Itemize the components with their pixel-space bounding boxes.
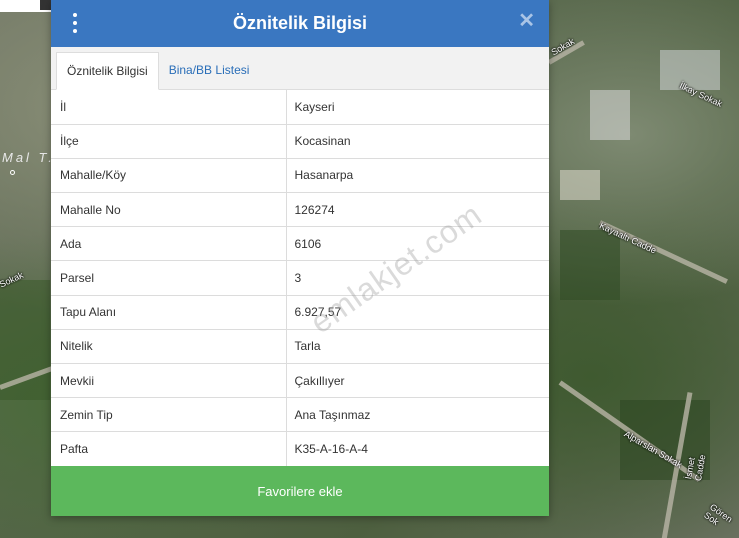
- row-label: Parsel: [51, 260, 287, 296]
- row-label: Pafta: [51, 431, 287, 467]
- tab-bar: Öznitelik Bilgisi Bina/BB Listesi: [51, 47, 549, 90]
- row-value: 3: [286, 260, 549, 296]
- row-label: İl: [51, 90, 287, 125]
- table-row: İl Kayseri: [51, 90, 549, 125]
- tab-attribute-info[interactable]: Öznitelik Bilgisi: [56, 52, 159, 90]
- attribute-dialog: Öznitelik Bilgisi ✕ Öznitelik Bilgisi Bi…: [51, 0, 549, 516]
- row-label: Mahalle/Köy: [51, 158, 287, 194]
- map-control[interactable]: [0, 0, 55, 12]
- kebab-menu-icon[interactable]: [71, 13, 79, 33]
- row-label: Nitelik: [51, 329, 287, 365]
- table-row: Mahalle/Köy Hasanarpa: [51, 158, 549, 194]
- row-label: Mahalle No: [51, 192, 287, 228]
- map-building: [560, 170, 600, 200]
- map-place-label: Mal T.: [2, 150, 55, 165]
- dialog-title: Öznitelik Bilgisi: [232, 13, 368, 33]
- table-row: Zemin Tip Ana Taşınmaz: [51, 397, 549, 433]
- tab-building-list[interactable]: Bina/BB Listesi: [159, 51, 260, 89]
- table-row: Mevkii Çakıllıyer: [51, 363, 549, 399]
- table-row: Pafta K35-A-16-A-4: [51, 431, 549, 467]
- add-to-favorites-button[interactable]: Favorilere ekle: [51, 466, 549, 516]
- table-row: İlçe Kocasinan: [51, 124, 549, 159]
- row-label: Zemin Tip: [51, 397, 287, 433]
- table-row: Parsel 3: [51, 260, 549, 296]
- map-marker-icon: [10, 170, 15, 175]
- map-field: [560, 230, 620, 300]
- row-value: 126274: [286, 192, 549, 228]
- row-value: Tarla: [286, 329, 549, 365]
- table-row: Tapu Alanı 6.927,57: [51, 295, 549, 330]
- row-value: 6106: [286, 226, 549, 262]
- row-label: Tapu Alanı: [51, 295, 287, 330]
- row-value: K35-A-16-A-4: [286, 431, 549, 467]
- row-value: 6.927,57: [286, 295, 549, 330]
- row-value: Kocasinan: [286, 124, 549, 159]
- map-building: [590, 90, 630, 140]
- row-value: Kayseri: [286, 90, 549, 125]
- table-row: Ada 6106: [51, 226, 549, 262]
- attribute-table: İl Kayseri İlçe Kocasinan Mahalle/Köy Hasanar…: [51, 90, 549, 467]
- row-value: Çakıllıyer: [286, 363, 549, 399]
- close-icon[interactable]: ✕: [518, 11, 535, 31]
- street-label: Gören Sok: [702, 501, 735, 528]
- dialog-header: Öznitelik Bilgisi ✕: [51, 0, 549, 47]
- row-label: Mevkii: [51, 363, 287, 399]
- row-label: Ada: [51, 226, 287, 262]
- row-value: Ana Taşınmaz: [286, 397, 549, 433]
- row-label: İlçe: [51, 124, 287, 159]
- row-value: Hasanarpa: [286, 158, 549, 194]
- table-row: Nitelik Tarla: [51, 329, 549, 365]
- table-row: Mahalle No 126274: [51, 192, 549, 228]
